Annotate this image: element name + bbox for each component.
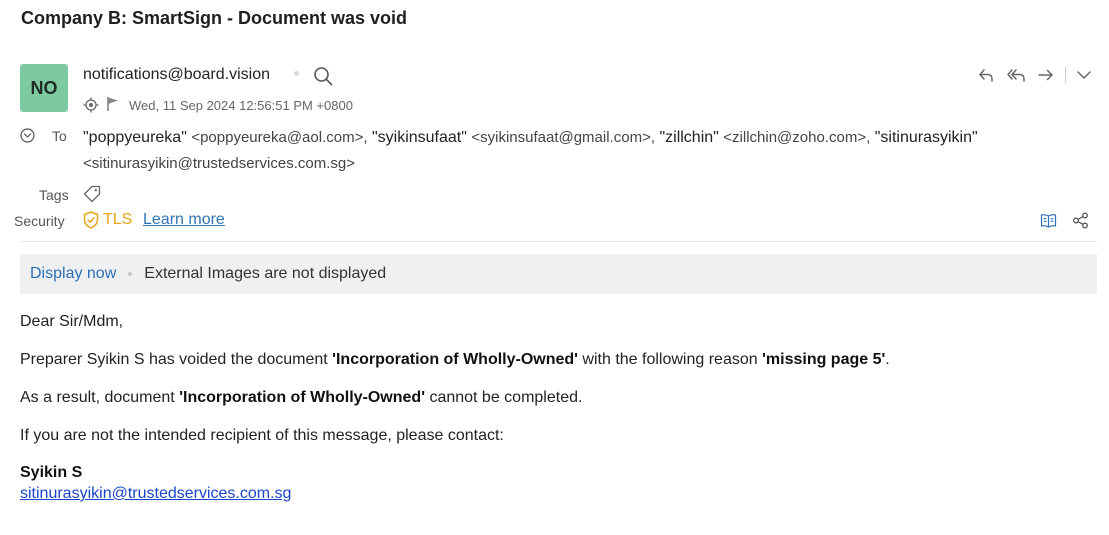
signature-name: Syikin S (20, 464, 83, 481)
email-greeting: Dear Sir/Mdm, (20, 313, 124, 330)
separator-dot (294, 71, 299, 76)
message-actions (977, 66, 1092, 84)
learn-more-link[interactable]: Learn more (143, 211, 225, 229)
email-date: Wed, 11 Sep 2024 12:56:51 PM +0800 (129, 98, 353, 113)
recipient-email[interactable]: <zillchin@zoho.com>, (723, 129, 870, 146)
recipient-name[interactable]: "poppyeureka" (83, 129, 187, 146)
divider (1065, 67, 1066, 83)
flag-icon[interactable] (106, 96, 120, 112)
recipient-name[interactable]: "syikinsufaat" (372, 129, 467, 146)
recipient-list: "poppyeureka" <poppyeureka@aol.com>, "sy… (83, 125, 1073, 177)
body-text: with the following reason (577, 351, 763, 368)
header-divider (20, 241, 1097, 242)
body-text: cannot be completed. (425, 389, 583, 406)
email-paragraph-contact: If you are not the intended recipient of… (20, 427, 504, 444)
separator-dot (128, 272, 133, 276)
avatar[interactable]: NO (20, 64, 68, 112)
email-paragraph-void: Preparer Syikin S has voided the documen… (20, 351, 890, 369)
void-reason: 'missing page 5' (762, 351, 886, 368)
reply-icon[interactable] (977, 66, 995, 84)
tls-label: TLS (103, 211, 133, 228)
chevron-down-icon[interactable] (1076, 67, 1092, 83)
recipient-email[interactable]: <syikinsufaat@gmail.com>, (471, 129, 655, 146)
reader-icon[interactable] (1040, 213, 1057, 228)
to-label: To (52, 128, 67, 144)
forward-icon[interactable] (1037, 66, 1055, 84)
share-icon[interactable] (1072, 212, 1089, 229)
document-name: 'Incorporation of Wholly-Owned' (179, 389, 425, 406)
locate-icon[interactable] (83, 97, 99, 113)
tag-icon[interactable] (83, 185, 101, 203)
security-label: Security (14, 213, 65, 229)
recipient-email[interactable]: <poppyeureka@aol.com>, (191, 129, 367, 146)
body-text: Preparer Syikin S has voided the documen… (20, 351, 333, 368)
recipient-name[interactable]: "zillchin" (659, 129, 718, 146)
display-now-link[interactable]: Display now (30, 265, 116, 283)
email-subject: Company B: SmartSign - Document was void (21, 8, 408, 28)
recipient-name[interactable]: "sitinurasyikin" (875, 129, 978, 146)
tags-label: Tags (39, 187, 69, 203)
signature-email-link[interactable]: sitinurasyikin@trustedservices.com.sg (20, 485, 291, 503)
external-images-message: External Images are not displayed (144, 265, 387, 282)
external-images-banner: Display now External Images are not disp… (20, 254, 1097, 294)
reply-all-icon[interactable] (1005, 66, 1027, 84)
sender-email[interactable]: notifications@board.vision (83, 66, 270, 84)
tls-badge: TLS (83, 211, 132, 229)
body-text: As a result, document (20, 389, 180, 406)
shield-check-icon (83, 211, 99, 229)
recipient-email[interactable]: <sitinurasyikin@trustedservices.com.sg> (83, 155, 355, 172)
email-paragraph-result: As a result, document 'Incorporation of … (20, 389, 582, 407)
document-name: 'Incorporation of Wholly-Owned' (332, 351, 578, 368)
search-icon[interactable] (313, 66, 333, 86)
body-text: . (885, 351, 890, 368)
avatar-initials: NO (30, 77, 58, 98)
chevron-circle-icon[interactable] (20, 128, 35, 143)
